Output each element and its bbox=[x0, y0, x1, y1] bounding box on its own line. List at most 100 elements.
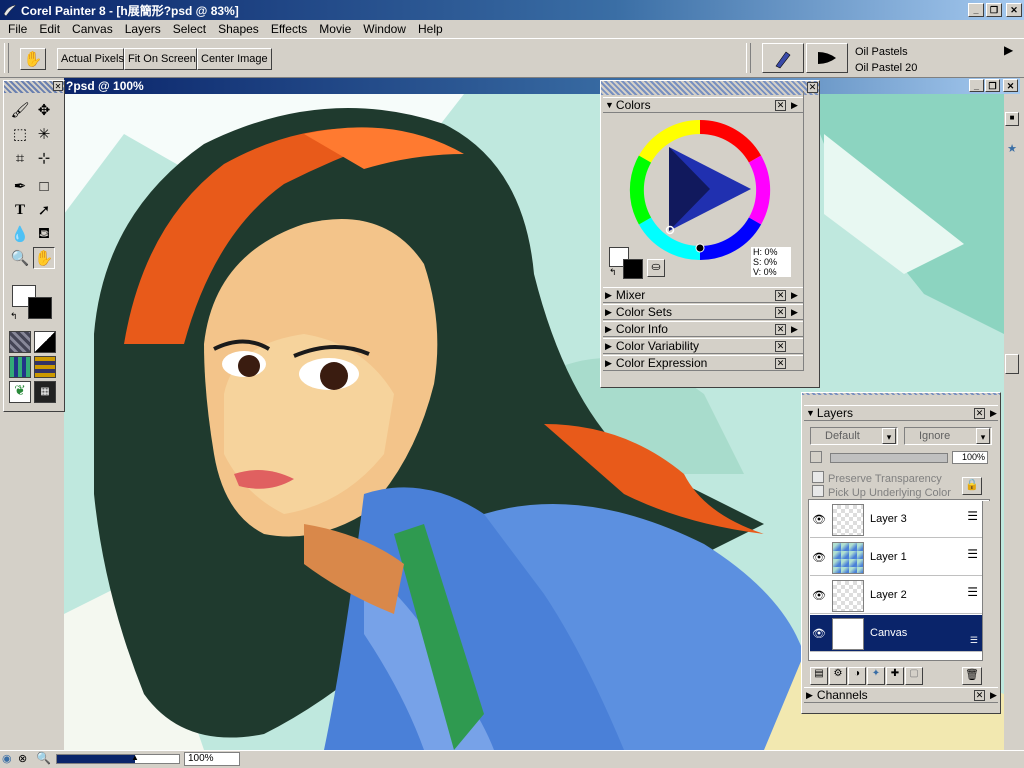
colors-additional-swatch[interactable] bbox=[623, 259, 643, 279]
lock-layer-icon[interactable]: 🔒 bbox=[962, 477, 982, 495]
visibility-eye-icon[interactable]: 👁 bbox=[812, 551, 826, 564]
preserve-transparency-checkbox[interactable]: Preserve Transparency bbox=[812, 471, 942, 485]
color-sets-section-header[interactable]: ▶ Color Sets ✕ ▶ bbox=[603, 304, 803, 320]
opacity-value[interactable]: 100% bbox=[952, 451, 988, 464]
magnifier-tool-icon[interactable]: 🔍 bbox=[9, 247, 31, 269]
layers-menu-icon[interactable]: ▶ bbox=[990, 408, 997, 419]
new-layer-icon[interactable]: ✚ bbox=[886, 667, 904, 685]
pick-up-underlying-color-checkbox[interactable]: Pick Up Underlying Color bbox=[812, 485, 951, 499]
brush-toolbar-grip[interactable] bbox=[746, 43, 751, 73]
menu-help[interactable]: Help bbox=[412, 22, 449, 36]
menu-select[interactable]: Select bbox=[167, 22, 212, 36]
color-expression-section-header[interactable]: ▶ Color Expression ✕ bbox=[603, 355, 803, 371]
crop-tool-icon[interactable]: ⌗ bbox=[9, 147, 31, 169]
color-swatches[interactable]: ↰ bbox=[10, 283, 60, 323]
menu-movie[interactable]: Movie bbox=[313, 22, 357, 36]
vertical-scrollbar[interactable]: ■ ★ bbox=[1004, 94, 1020, 750]
layer-row-layer3[interactable]: 👁 Layer 3 ☰ bbox=[810, 501, 982, 538]
zoom-slider[interactable]: ▲ bbox=[56, 753, 180, 764]
doc-close-button[interactable]: ✕ bbox=[1003, 79, 1018, 92]
fit-on-screen-button[interactable]: Fit On Screen bbox=[124, 48, 197, 70]
swap-colors-icon[interactable]: ↰ bbox=[10, 311, 18, 322]
paint-bucket-tool-icon[interactable]: ⛾ bbox=[33, 223, 55, 245]
navigator-icon[interactable]: ◉ bbox=[2, 752, 12, 765]
menu-layers[interactable]: Layers bbox=[119, 22, 167, 36]
toolbox-header[interactable]: ✕ bbox=[4, 81, 64, 93]
menu-canvas[interactable]: Canvas bbox=[66, 22, 119, 36]
actual-pixels-button[interactable]: Actual Pixels bbox=[57, 48, 124, 70]
hue-marker[interactable] bbox=[695, 243, 705, 253]
dynamic-plugins-icon[interactable]: ⚙ bbox=[829, 667, 847, 685]
doc-restore-button[interactable]: ❐ bbox=[985, 79, 1000, 92]
menu-window[interactable]: Window bbox=[357, 22, 412, 36]
clone-color-icon[interactable]: ⛀ bbox=[647, 259, 665, 277]
color-variability-section-header[interactable]: ▶ Color Variability ✕ bbox=[603, 338, 803, 354]
zoom-slider-thumb[interactable]: ▲ bbox=[131, 753, 139, 762]
layer-commands-icon[interactable]: ▤ bbox=[810, 667, 828, 685]
layer-row-layer1[interactable]: 👁 Layer 1 ☰ bbox=[810, 539, 982, 576]
doc-minimize-button[interactable]: _ bbox=[969, 79, 984, 92]
magic-wand-tool-icon[interactable]: ✳ bbox=[33, 123, 55, 145]
restore-button[interactable]: ❐ bbox=[986, 3, 1002, 17]
gradient-selector-icon[interactable] bbox=[34, 331, 56, 353]
visibility-eye-icon[interactable]: 👁 bbox=[812, 589, 826, 602]
color-expression-close-icon[interactable]: ✕ bbox=[775, 358, 786, 369]
colors-swap-icon[interactable]: ↰ bbox=[609, 267, 617, 278]
color-variability-close-icon[interactable]: ✕ bbox=[775, 341, 786, 352]
weaving-selector-icon[interactable] bbox=[34, 356, 56, 378]
menu-shapes[interactable]: Shapes bbox=[212, 22, 265, 36]
visibility-eye-icon[interactable]: 👁 bbox=[812, 627, 826, 640]
close-button[interactable]: ✕ bbox=[1006, 3, 1022, 17]
text-tool-icon[interactable]: T bbox=[9, 199, 31, 221]
layer-list-scrollbar[interactable] bbox=[982, 501, 990, 661]
menu-file[interactable]: File bbox=[2, 22, 33, 36]
new-watercolor-layer-icon[interactable]: ✦ bbox=[867, 667, 885, 685]
mixer-menu-icon[interactable]: ▶ bbox=[791, 290, 798, 301]
layer-row-layer2[interactable]: 👁 Layer 2 ☰ bbox=[810, 577, 982, 614]
color-info-section-header[interactable]: ▶ Color Info ✕ ▶ bbox=[603, 321, 803, 337]
layer-adjuster-tool-icon[interactable]: ✥ bbox=[33, 99, 55, 121]
painter-app-icon[interactable] bbox=[2, 2, 18, 18]
center-image-button[interactable]: Center Image bbox=[197, 48, 272, 70]
shape-selection-tool-icon[interactable]: ➚ bbox=[33, 199, 55, 221]
dropper-tool-icon[interactable]: 💧 bbox=[9, 223, 31, 245]
composite-depth-dropdown[interactable]: Ignore bbox=[904, 427, 992, 445]
layers-close-icon[interactable]: ✕ bbox=[974, 408, 985, 419]
scroll-up-icon[interactable]: ■ bbox=[1005, 112, 1019, 126]
rectangle-shape-tool-icon[interactable]: □ bbox=[33, 175, 55, 197]
toolbox-close-icon[interactable]: ✕ bbox=[53, 81, 63, 91]
binoculars-icon[interactable]: ⊗ bbox=[18, 752, 27, 765]
brush-tool-icon[interactable]: 🖌 bbox=[9, 99, 31, 121]
zoom-magnifier-icon[interactable]: 🔍 bbox=[36, 751, 51, 765]
pattern-selector-icon[interactable] bbox=[9, 356, 31, 378]
menu-edit[interactable]: Edit bbox=[33, 22, 66, 36]
zoom-value[interactable]: 100% bbox=[184, 752, 240, 766]
menu-effects[interactable]: Effects bbox=[265, 22, 313, 36]
channels-close-icon[interactable]: ✕ bbox=[974, 690, 985, 701]
toolbar-grip[interactable] bbox=[4, 43, 9, 73]
color-sets-menu-icon[interactable]: ▶ bbox=[791, 307, 798, 318]
colors-section-menu-icon[interactable]: ▶ bbox=[791, 100, 798, 111]
layer-mask-icon[interactable]: ◑ bbox=[848, 667, 866, 685]
color-info-menu-icon[interactable]: ▶ bbox=[791, 324, 798, 335]
scroll-thumb[interactable] bbox=[1005, 354, 1019, 374]
pen-tool-icon[interactable]: ✒ bbox=[9, 175, 31, 197]
color-sets-close-icon[interactable]: ✕ bbox=[775, 307, 786, 318]
channels-section-header[interactable]: ▶ Channels ✕ ▶ bbox=[804, 687, 998, 703]
opacity-slider[interactable] bbox=[830, 453, 948, 463]
visibility-eye-icon[interactable]: 👁 bbox=[812, 513, 826, 526]
channels-menu-icon[interactable]: ▶ bbox=[990, 690, 997, 701]
delete-layer-icon[interactable]: 🗑 bbox=[962, 667, 982, 685]
nozzle-selector-icon[interactable]: ❦ bbox=[9, 381, 31, 403]
looks-selector-icon[interactable]: ▦ bbox=[34, 381, 56, 403]
color-info-close-icon[interactable]: ✕ bbox=[775, 324, 786, 335]
minimize-button[interactable]: _ bbox=[968, 3, 984, 17]
colors-section-close-icon[interactable]: ✕ bbox=[775, 100, 786, 111]
selection-adjuster-tool-icon[interactable]: ⊹ bbox=[33, 147, 55, 169]
paper-selector-icon[interactable] bbox=[9, 331, 31, 353]
rectangular-selection-tool-icon[interactable]: ⬚ bbox=[9, 123, 31, 145]
brush-variant-selector[interactable] bbox=[806, 43, 848, 73]
mixer-close-icon[interactable]: ✕ bbox=[775, 290, 786, 301]
mixer-section-header[interactable]: ▶ Mixer ✕ ▶ bbox=[603, 287, 803, 303]
brush-category-selector[interactable] bbox=[762, 43, 804, 73]
